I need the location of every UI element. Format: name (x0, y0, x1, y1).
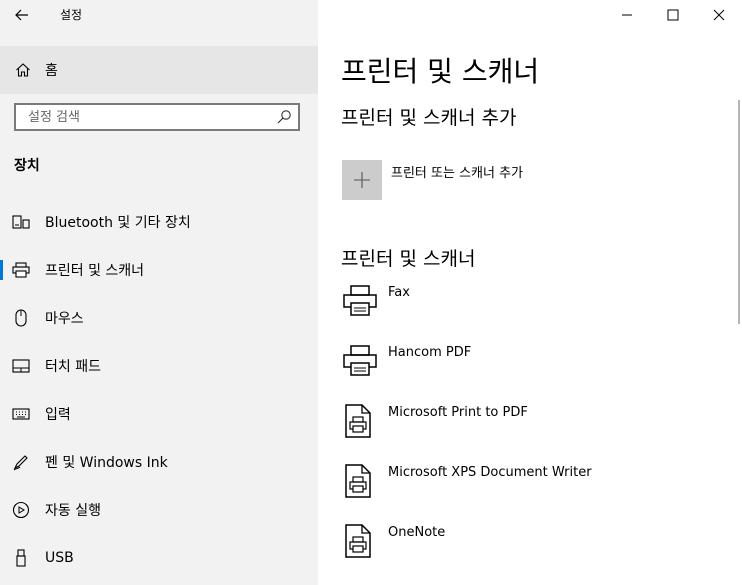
search-box[interactable] (14, 103, 300, 131)
add-section-title: 프린터 및 스캐너 추가 (341, 107, 517, 129)
printer-name: Microsoft XPS Document Writer (388, 465, 592, 480)
sidebar-item-usb[interactable]: USB (0, 534, 318, 582)
add-printer-button[interactable] (342, 160, 382, 200)
page-title: 프린터 및 스캐너 (341, 55, 540, 88)
printer-icon (12, 261, 30, 279)
plus-icon (354, 172, 370, 188)
home-icon (16, 63, 30, 77)
printer-icon (343, 285, 377, 316)
printer-item-onenote[interactable]: OneNote (342, 523, 732, 583)
home-nav-item[interactable]: 홈 (0, 46, 318, 94)
pen-icon (12, 453, 30, 471)
search-input[interactable] (26, 105, 276, 129)
back-button[interactable] (8, 2, 36, 28)
sidebar-item-pen[interactable]: 펜 및 Windows Ink (0, 438, 318, 486)
maximize-icon (667, 9, 679, 21)
printer-icon (343, 345, 377, 376)
scrollbar[interactable] (738, 100, 740, 324)
close-icon (713, 9, 725, 21)
sidebar-item-label: 마우스 (45, 311, 84, 327)
main-content: 프린터 및 스캐너 프린터 및 스캐너 추가 프린터 또는 스캐너 추가 프린터… (318, 0, 742, 585)
active-indicator (0, 260, 3, 280)
sidebar-item-label: 자동 실행 (45, 503, 101, 519)
printer-item-fax[interactable]: Fax (342, 283, 732, 343)
sidebar-nav: Bluetooth 및 기타 장치 프린터 및 스캐너 마우스 터치 패드 입력… (0, 198, 318, 582)
sidebar-item-typing[interactable]: 입력 (0, 390, 318, 438)
search-icon[interactable] (276, 109, 292, 125)
printer-name: OneNote (388, 525, 446, 540)
sidebar-item-label: 터치 패드 (45, 359, 101, 375)
printer-document-icon (345, 524, 371, 558)
close-button[interactable] (696, 0, 742, 30)
home-label: 홈 (45, 63, 58, 79)
app-title: 설정 (60, 8, 83, 22)
touchpad-icon (12, 357, 30, 375)
printer-list-title: 프린터 및 스캐너 (341, 248, 476, 270)
printer-name: Microsoft Print to PDF (388, 405, 528, 420)
sidebar-item-touchpad[interactable]: 터치 패드 (0, 342, 318, 390)
printer-list: Fax Hancom PDF Microsoft Print to PDF Mi… (342, 283, 732, 583)
keyboard-icon (12, 405, 30, 423)
printer-item-hancom[interactable]: Hancom PDF (342, 343, 732, 403)
sidebar-item-printers[interactable]: 프린터 및 스캐너 (0, 246, 318, 294)
autoplay-icon (12, 501, 30, 519)
minimize-button[interactable] (604, 0, 650, 30)
sidebar-item-label: 펜 및 Windows Ink (45, 455, 168, 471)
sidebar-item-label: Bluetooth 및 기타 장치 (45, 215, 191, 231)
printer-name: Hancom PDF (388, 345, 472, 360)
mouse-icon (12, 309, 30, 327)
bluetooth-devices-icon (12, 213, 30, 231)
printer-item-ms-xps[interactable]: Microsoft XPS Document Writer (342, 463, 732, 523)
minimize-icon (622, 14, 632, 16)
printer-name: Fax (388, 285, 410, 300)
maximize-button[interactable] (650, 0, 696, 30)
usb-icon (12, 549, 30, 567)
sidebar-item-label: USB (45, 550, 74, 566)
sidebar-item-autoplay[interactable]: 자동 실행 (0, 486, 318, 534)
printer-document-icon (345, 464, 371, 498)
sidebar-item-label: 입력 (45, 407, 71, 423)
section-heading: 장치 (14, 158, 40, 174)
sidebar: 설정 홈 장치 Bluetooth 및 기타 장치 프린터 및 스캐너 마우스 (0, 0, 318, 585)
sidebar-item-mouse[interactable]: 마우스 (0, 294, 318, 342)
back-arrow-icon (15, 9, 28, 21)
sidebar-item-label: 프린터 및 스캐너 (45, 263, 145, 279)
sidebar-item-bluetooth[interactable]: Bluetooth 및 기타 장치 (0, 198, 318, 246)
printer-item-ms-pdf[interactable]: Microsoft Print to PDF (342, 403, 732, 463)
printer-document-icon (345, 404, 371, 438)
add-printer-label[interactable]: 프린터 또는 스캐너 추가 (391, 162, 523, 181)
